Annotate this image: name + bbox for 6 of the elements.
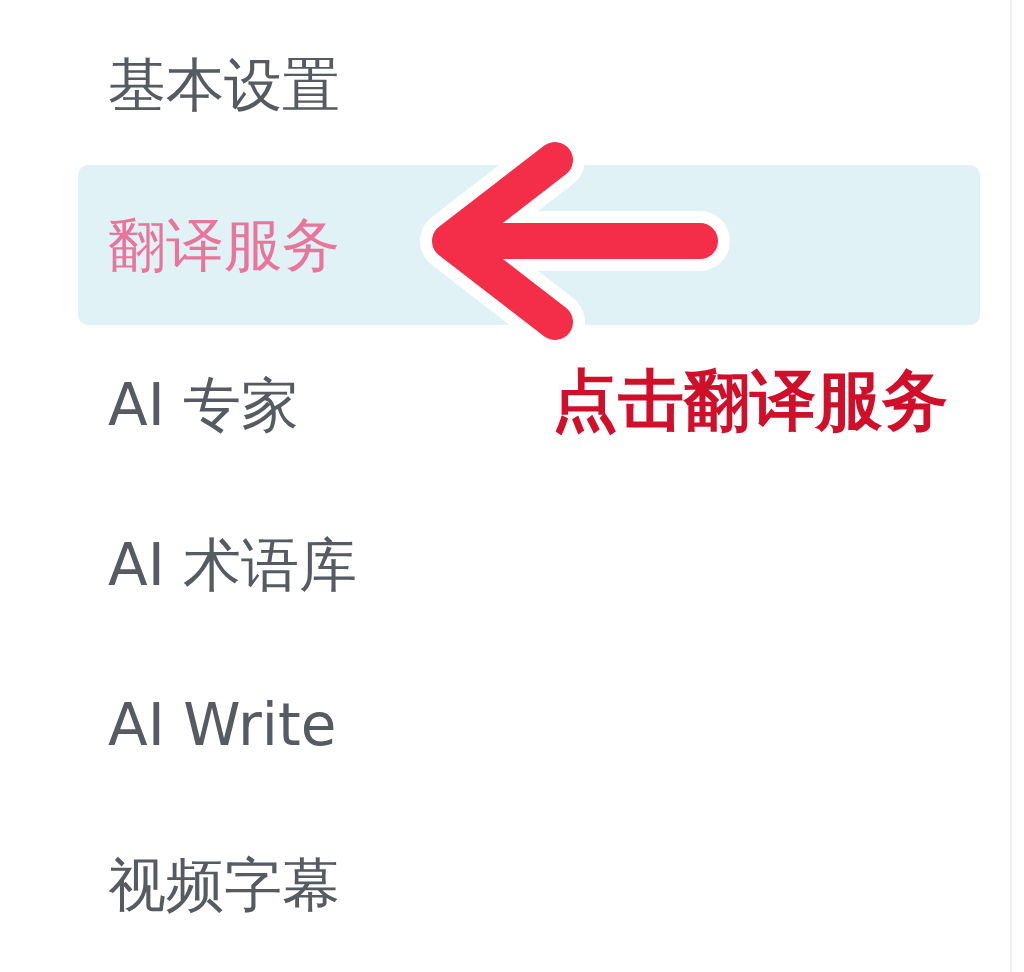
sidebar-item[interactable]: AI 术语库 <box>78 485 368 645</box>
sidebar-item[interactable]: AI Write <box>78 645 347 805</box>
sidebar-item[interactable]: 视频字幕 <box>78 805 350 965</box>
annotation-text: 点击翻译服务 <box>552 368 948 434</box>
sidebar-item[interactable]: AI 专家 <box>78 325 310 485</box>
sidebar-item[interactable]: 基本设置 <box>78 5 350 165</box>
